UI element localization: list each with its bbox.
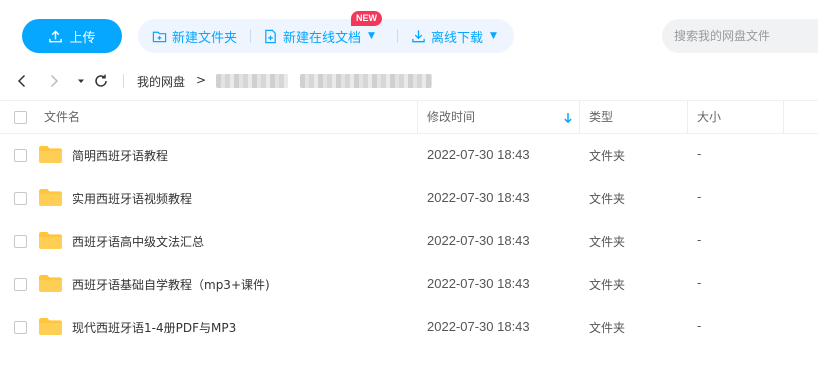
file-name[interactable]: 西班牙语基础自学教程（mp3+课件)	[72, 276, 270, 293]
file-modified-time: 2022-07-30 18:43	[427, 190, 530, 205]
folder-icon	[39, 232, 62, 249]
file-modified-time: 2022-07-30 18:43	[427, 319, 530, 334]
column-header-modified[interactable]: 修改时间	[427, 101, 475, 134]
table-row[interactable]: 现代西班牙语1-4册PDF与MP3 2022-07-30 18:43 文件夹 -	[0, 306, 818, 349]
file-size: -	[697, 319, 702, 333]
row-checkbox[interactable]	[14, 149, 27, 162]
column-divider	[579, 101, 580, 134]
table-row[interactable]: 简明西班牙语教程 2022-07-30 18:43 文件夹 -	[0, 134, 818, 177]
new-badge: NEW	[351, 11, 382, 26]
breadcrumb-root[interactable]: 我的网盘	[137, 73, 185, 90]
search-input[interactable]	[662, 19, 818, 53]
row-checkbox[interactable]	[14, 321, 27, 334]
column-header-type[interactable]: 类型	[589, 101, 613, 134]
offline-download-label: 离线下载	[431, 30, 484, 46]
download-icon	[412, 29, 425, 42]
file-size: -	[697, 233, 702, 247]
upload-icon	[49, 29, 63, 42]
new-doc-icon	[265, 29, 276, 43]
toolbar: 上传 新建文件夹 新建在线文档 ▼ NEW 离线下载 ▼	[0, 0, 818, 64]
folder-icon	[39, 318, 62, 335]
divider	[250, 29, 251, 43]
row-checkbox[interactable]	[14, 192, 27, 205]
new-folder-icon	[152, 31, 167, 42]
divider	[123, 74, 124, 88]
redacted-path-segment	[300, 74, 432, 88]
file-type: 文件夹	[589, 192, 626, 206]
folder-icon	[39, 275, 62, 292]
file-modified-time: 2022-07-30 18:43	[427, 147, 530, 162]
upload-label: 上传	[69, 30, 96, 46]
row-checkbox[interactable]	[14, 278, 27, 291]
file-name[interactable]: 实用西班牙语视频教程	[72, 190, 192, 207]
select-all-checkbox[interactable]	[14, 111, 27, 124]
column-header-size[interactable]: 大小	[697, 101, 721, 134]
breadcrumb: 我的网盘 >	[0, 64, 818, 98]
redacted-path-segment	[216, 74, 288, 88]
new-folder-label: 新建文件夹	[172, 30, 238, 46]
file-modified-time: 2022-07-30 18:43	[427, 276, 530, 291]
column-divider	[687, 101, 688, 134]
folder-icon	[39, 146, 62, 163]
folder-icon	[39, 189, 62, 206]
breadcrumb-separator: >	[196, 73, 207, 87]
file-type: 文件夹	[589, 149, 626, 163]
offline-download-button[interactable]: 离线下载 ▼	[411, 19, 497, 53]
chevron-down-icon: ▼	[490, 31, 497, 41]
history-dropdown-icon[interactable]	[73, 73, 89, 89]
sort-descending-icon[interactable]	[563, 112, 573, 124]
divider	[397, 29, 398, 43]
file-type: 文件夹	[589, 235, 626, 249]
file-name[interactable]: 简明西班牙语教程	[72, 147, 168, 164]
table-header: 文件名 修改时间 类型 大小	[0, 100, 818, 134]
file-name[interactable]: 现代西班牙语1-4册PDF与MP3	[72, 319, 236, 336]
file-type: 文件夹	[589, 278, 626, 292]
table-row[interactable]: 实用西班牙语视频教程 2022-07-30 18:43 文件夹 -	[0, 177, 818, 220]
file-name[interactable]: 西班牙语高中级文法汇总	[72, 233, 204, 250]
table-row[interactable]: 西班牙语基础自学教程（mp3+课件) 2022-07-30 18:43 文件夹 …	[0, 263, 818, 306]
back-arrow-icon[interactable]	[14, 73, 30, 89]
refresh-icon[interactable]	[93, 73, 109, 89]
row-checkbox[interactable]	[14, 235, 27, 248]
upload-button[interactable]: 上传	[22, 19, 122, 53]
file-table: 文件名 修改时间 类型 大小 简明西班牙语教程 2022-07-30 18:43…	[0, 100, 818, 349]
column-divider	[417, 101, 418, 134]
column-header-name[interactable]: 文件名	[44, 101, 80, 134]
new-folder-button[interactable]: 新建文件夹	[152, 19, 237, 53]
table-row[interactable]: 西班牙语高中级文法汇总 2022-07-30 18:43 文件夹 -	[0, 220, 818, 263]
file-type: 文件夹	[589, 321, 626, 335]
file-size: -	[697, 147, 702, 161]
action-group: 新建文件夹 新建在线文档 ▼ NEW 离线下载 ▼	[138, 11, 514, 53]
file-size: -	[697, 190, 702, 204]
column-divider	[783, 101, 784, 134]
forward-arrow-icon[interactable]	[46, 73, 62, 89]
new-doc-label: 新建在线文档	[283, 30, 362, 46]
file-modified-time: 2022-07-30 18:43	[427, 233, 530, 248]
chevron-down-icon: ▼	[368, 31, 375, 41]
file-size: -	[697, 276, 702, 290]
